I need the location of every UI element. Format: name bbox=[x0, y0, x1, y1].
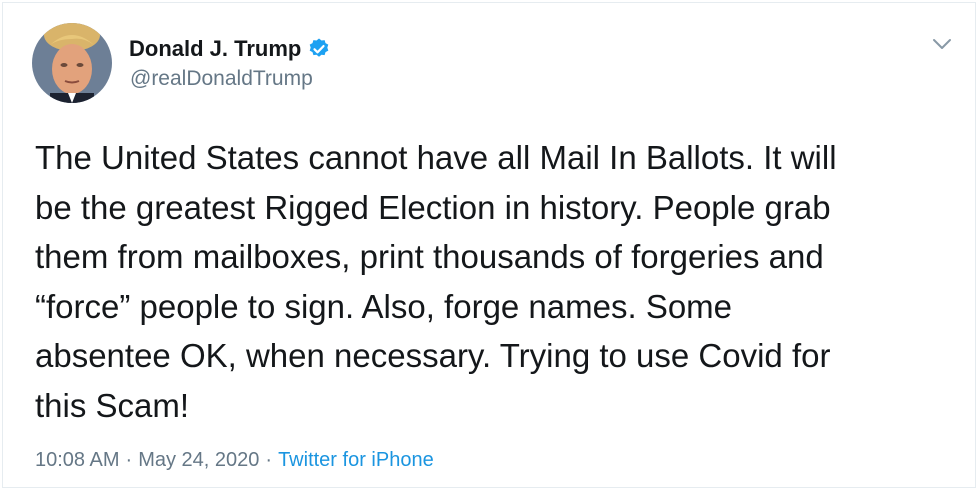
name-row: Donald J. Trump bbox=[129, 33, 331, 65]
tweet-text-line: be the greatest Rigged Election in histo… bbox=[35, 188, 831, 226]
tweet-card: Donald J. Trump @realDonaldTrump The Uni… bbox=[2, 2, 976, 488]
chevron-down-icon[interactable] bbox=[931, 37, 953, 51]
tweet-text-line: absentee OK, when necessary. Trying to u… bbox=[35, 337, 831, 374]
tweet-text-line: “force” people to sign. Also, forge name… bbox=[35, 287, 733, 325]
meta-separator: · bbox=[265, 449, 273, 471]
tweet-text-line: this Scam! bbox=[35, 386, 190, 424]
verified-badge-icon bbox=[307, 37, 331, 61]
meta-separator: · bbox=[125, 449, 133, 471]
tweet-text-line: The United States cannot have all Mail I… bbox=[35, 139, 837, 176]
tweet-time[interactable]: 10:08 AM bbox=[35, 449, 120, 472]
tweet-date[interactable]: May 24, 2020 bbox=[138, 449, 259, 472]
tweet-source-link[interactable]: Twitter for iPhone bbox=[278, 449, 434, 472]
display-name[interactable]: Donald J. Trump bbox=[129, 36, 301, 62]
tweet-text: The United States cannot have all Mail I… bbox=[35, 133, 955, 430]
tweet-text-line: them from mailboxes, print thousands of … bbox=[35, 238, 824, 275]
tweet-meta: 10:08 AM · May 24, 2020 · Twitter for iP… bbox=[35, 449, 434, 472]
handle[interactable]: @realDonaldTrump bbox=[130, 67, 313, 91]
avatar[interactable] bbox=[32, 23, 112, 103]
